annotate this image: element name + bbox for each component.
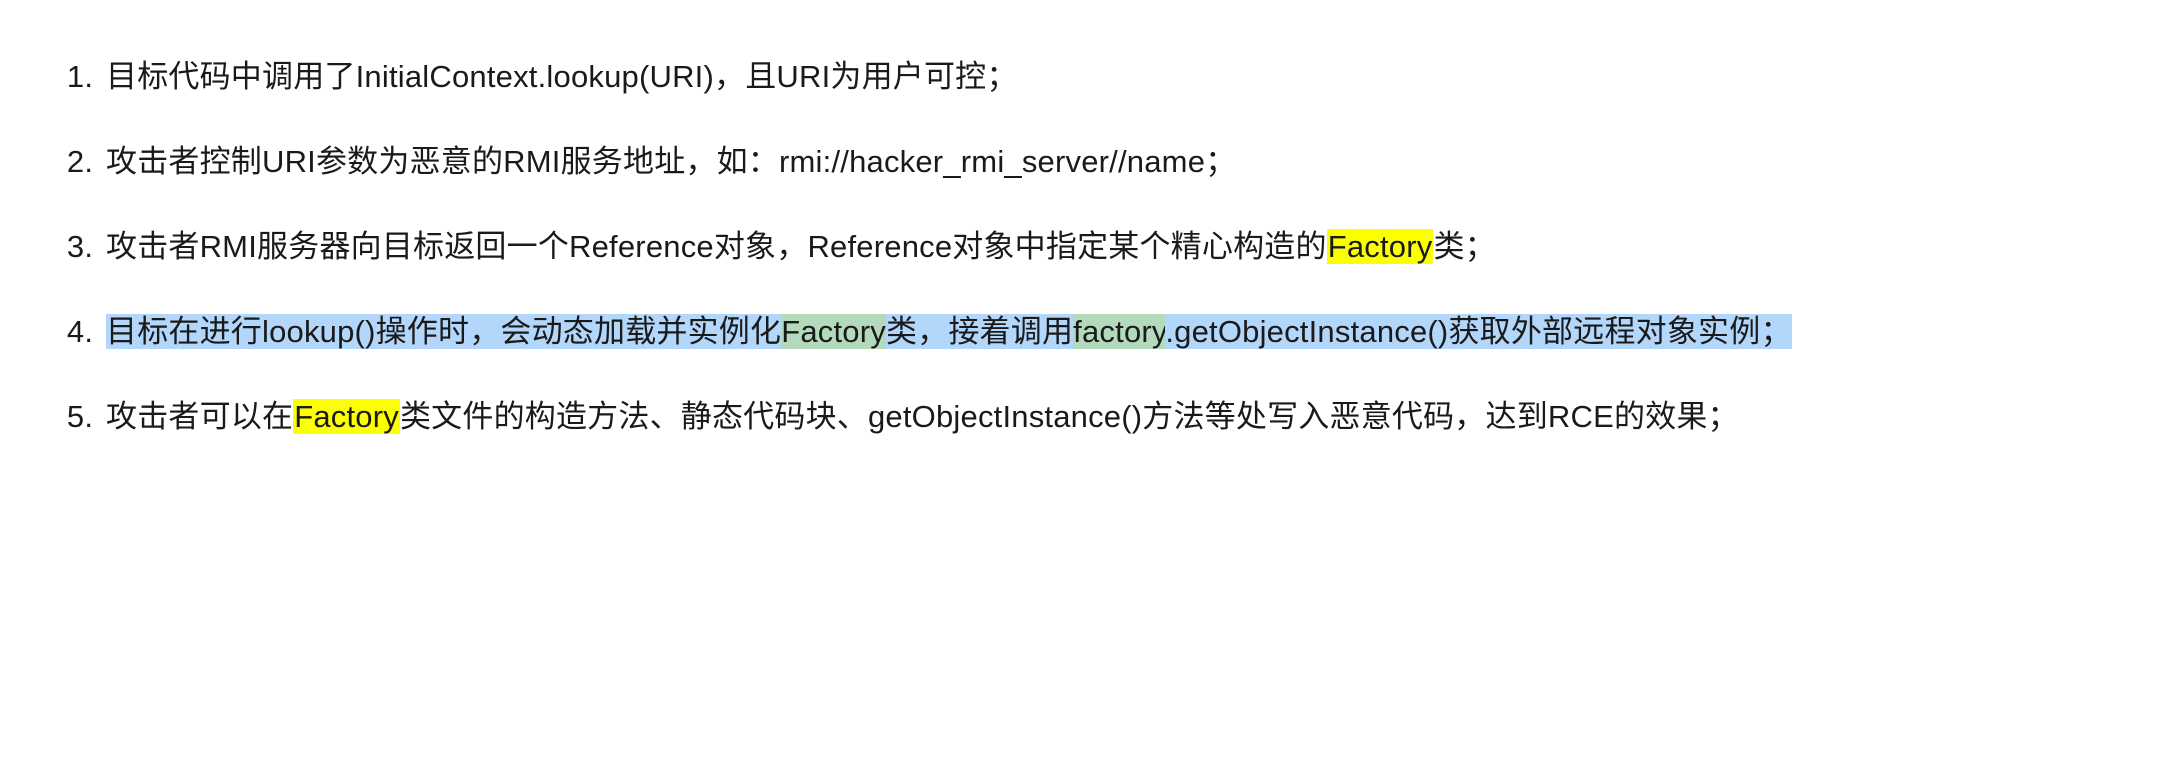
list-text: 类文件的构造方法、静态代码块、getObjectInstance()方法等处写入… — [400, 399, 1739, 434]
list-text: 攻击者RMI服务器向目标返回一个Reference对象，Reference对象中… — [106, 229, 1327, 264]
ordered-list: 目标代码中调用了InitialContext.lookup(URI)，且URI为… — [56, 48, 2102, 446]
list-text: 类； — [1433, 229, 1495, 264]
highlight-yellow: Factory — [293, 399, 400, 434]
list-item: 攻击者可以在Factory类文件的构造方法、静态代码块、getObjectIns… — [102, 388, 2102, 447]
list-text: 攻击者可以在 — [106, 399, 293, 434]
list-text: 攻击者控制URI参数为恶意的RMI服务地址，如：rmi://hacker_rmi… — [106, 144, 1236, 179]
list-item: 攻击者RMI服务器向目标返回一个Reference对象，Reference对象中… — [102, 218, 2102, 277]
list-item: 目标在进行lookup()操作时，会动态加载并实例化Factory类，接着调用f… — [102, 303, 2102, 362]
selection: 目标在进行lookup()操作时，会动态加载并实例化 — [106, 314, 781, 349]
list-text: 目标代码中调用了InitialContext.lookup(URI)，且URI为… — [106, 59, 1018, 94]
selection: .getObjectInstance()获取外部远程对象实例； — [1165, 314, 1791, 349]
highlight-green: factory — [1073, 314, 1165, 349]
list-item: 攻击者控制URI参数为恶意的RMI服务地址，如：rmi://hacker_rmi… — [102, 133, 2102, 192]
highlight-green: Factory — [781, 314, 886, 349]
highlight-yellow: Factory — [1327, 229, 1434, 264]
selection: 类，接着调用 — [886, 314, 1073, 349]
list-item: 目标代码中调用了InitialContext.lookup(URI)，且URI为… — [102, 48, 2102, 107]
